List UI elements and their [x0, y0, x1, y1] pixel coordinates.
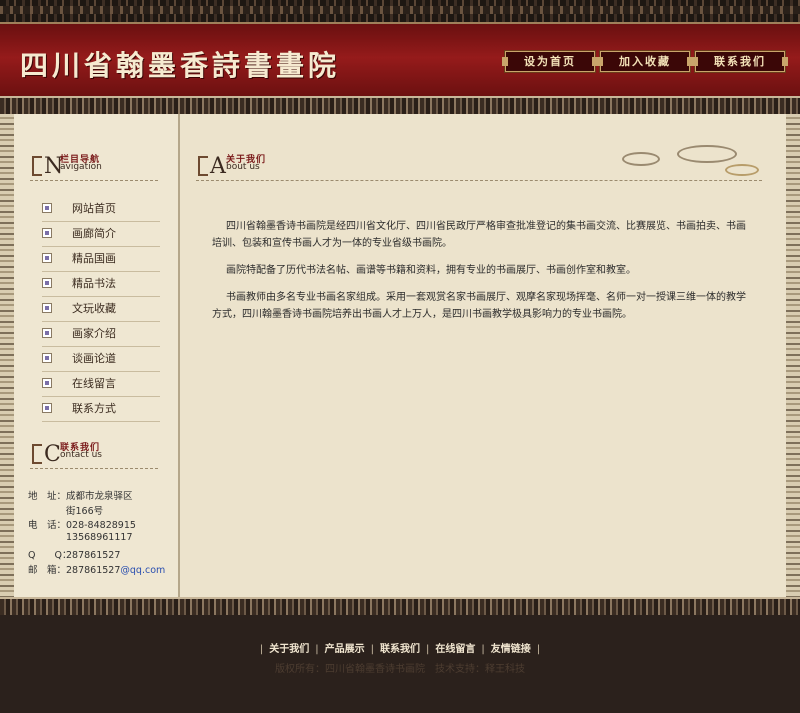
right-pattern-border: [786, 114, 800, 598]
contact-email: 邮 箱：287861527@qq.com: [28, 562, 165, 576]
roof-tile-decoration: [0, 0, 800, 24]
heading-ornament-icon: [198, 156, 208, 176]
nav-label: 文玩收藏: [72, 302, 116, 315]
contact-phone-2: 13568961117: [66, 532, 133, 543]
footer-link-contact[interactable]: 联系我们: [380, 644, 420, 655]
about-paragraph-1: 四川省翰墨香诗书画院是经四川省文化厅、四川省民政厅严格审查批准登记的集书画交流、…: [212, 221, 746, 249]
nav-item-chinese-painting[interactable]: 精品国画: [42, 246, 160, 272]
nav-label: 画廊简介: [72, 227, 116, 240]
dotted-divider: [30, 180, 158, 181]
address-value: 成都市龙泉驿区: [66, 491, 133, 502]
bullet-icon: [42, 328, 52, 338]
footer-link-about[interactable]: 关于我们: [269, 644, 309, 655]
heading-en: bout us: [226, 162, 260, 172]
nav-item-painters[interactable]: 画家介绍: [42, 321, 160, 347]
nav-label: 联系方式: [72, 402, 116, 415]
email-domain-link[interactable]: @qq.com: [120, 565, 165, 576]
address-label: 地 址：: [28, 491, 67, 502]
nav-item-calligraphy[interactable]: 精品书法: [42, 271, 160, 297]
footer: | 关于我们 | 产品展示 | 联系我们 | 在线留言 | 友情链接 | 版权所有：四川省翰墨香诗书…: [0, 615, 800, 713]
left-pattern-border: [0, 114, 14, 598]
heading-letter: C: [44, 442, 61, 467]
content-area: N 栏目导航 avigation 网站首页 画廊简介 精品国画 精品书法 文玩收…: [0, 114, 800, 598]
about-paragraph-2: 画院特配备了历代书法名帖、画谱等书籍和资料，拥有专业的书画展厅、书画创作室和教室…: [226, 265, 636, 276]
nav-label: 画家介绍: [72, 327, 116, 340]
about-paragraph-3: 书画教师由多名专业书画名家组成。采用一套观赏名家书画展厅、观摩名家现场挥毫、名师…: [212, 292, 746, 320]
set-homepage-button[interactable]: 设为首页: [502, 50, 598, 73]
add-favorite-button[interactable]: 加入收藏: [597, 50, 693, 73]
bullet-icon: [42, 278, 52, 288]
bullet-icon: [42, 353, 52, 363]
bullet-icon: [42, 203, 52, 213]
copyright: 版权所有：四川省翰墨香诗书画院 技术支持：释王科技: [275, 664, 525, 675]
bullet-icon: [42, 253, 52, 263]
contact-address-line2: 街166号: [66, 506, 104, 517]
site-title: 四川省翰墨香詩書畫院: [20, 49, 341, 82]
bullet-icon: [42, 403, 52, 413]
bullet-icon: [42, 303, 52, 313]
sidebar: N 栏目导航 avigation 网站首页 画廊简介 精品国画 精品书法 文玩收…: [14, 114, 178, 598]
nav-label: 网站首页: [72, 202, 116, 215]
contact-us-button[interactable]: 联系我们: [692, 50, 788, 73]
nav-label: 精品国画: [72, 252, 116, 265]
email-label: 邮 箱：: [28, 565, 67, 576]
nav-item-gallery-intro[interactable]: 画廊简介: [42, 221, 160, 247]
bullet-icon: [42, 228, 52, 238]
header: 四川省翰墨香詩書畫院 设为首页 加入收藏 联系我们: [0, 0, 800, 96]
bullet-icon: [42, 378, 52, 388]
email-user: 287861527: [66, 565, 121, 576]
heading-letter: A: [210, 154, 226, 179]
heading-ornament-icon: [32, 156, 42, 176]
main-panel: A 关于我们 bout us 四川省翰墨香诗书画院是经四川省文化厅、四川省民政厅…: [180, 114, 786, 598]
phone-value: 028-84828915: [66, 520, 136, 531]
phone-label: 电 话：: [28, 520, 67, 531]
nav-label: 在线留言: [72, 377, 116, 390]
nav-item-home[interactable]: 网站首页: [42, 196, 160, 222]
qq-value: 287861527: [66, 550, 121, 561]
nav-item-contact[interactable]: 联系方式: [42, 396, 160, 422]
heading-ornament-icon: [32, 444, 42, 464]
nav-item-guestbook[interactable]: 在线留言: [42, 371, 160, 397]
dotted-divider: [30, 468, 158, 469]
heading-en: ontact us: [60, 450, 102, 460]
heading-en: avigation: [60, 162, 102, 172]
contact-phone: 电 话：028-84828915: [28, 517, 136, 531]
nav-label: 谈画论道: [72, 352, 116, 365]
qq-label: Q Q：: [28, 550, 72, 561]
contact-qq: Q Q：287861527: [28, 547, 120, 561]
nav-item-antiques[interactable]: 文玩收藏: [42, 296, 160, 322]
footer-link-guestbook[interactable]: 在线留言: [435, 644, 475, 655]
dotted-divider: [196, 180, 762, 181]
contact-address: 地 址：成都市龙泉驿区: [28, 488, 133, 502]
footer-links: | 关于我们 | 产品展示 | 联系我们 | 在线留言 | 友情链接 |: [259, 644, 541, 655]
nav-item-discussion[interactable]: 谈画论道: [42, 346, 160, 372]
footer-link-friends[interactable]: 友情链接: [491, 644, 531, 655]
footer-link-products[interactable]: 产品展示: [325, 644, 365, 655]
nav-label: 精品书法: [72, 277, 116, 290]
